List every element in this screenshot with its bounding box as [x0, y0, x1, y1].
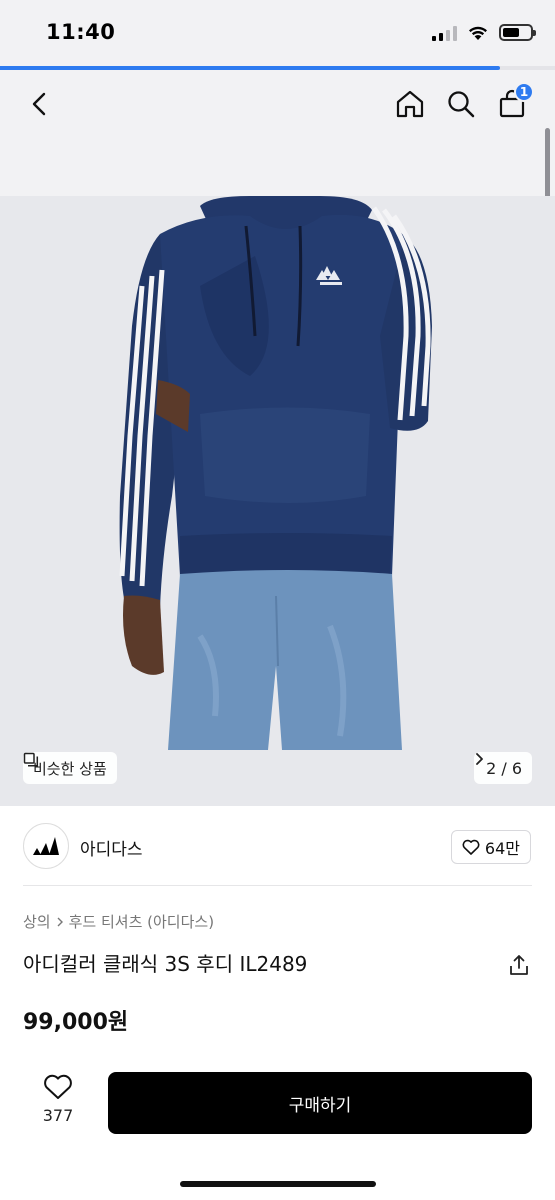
- breadcrumb-subcategory[interactable]: 후드 티셔츠 (아디다스): [69, 911, 214, 932]
- wifi-icon: [469, 26, 487, 40]
- image-page-indicator[interactable]: 2 / 6: [474, 752, 532, 784]
- home-icon: [396, 90, 424, 118]
- page-indicator-text: 2 / 6: [486, 758, 522, 778]
- share-icon: [510, 955, 528, 975]
- breadcrumb: 상의 후드 티셔츠 (아디다스): [23, 911, 214, 932]
- product-image-gallery[interactable]: 비슷한 상품 2 / 6: [0, 196, 555, 806]
- shop-like-count: 64만: [484, 839, 520, 858]
- status-time: 11:40: [46, 20, 116, 44]
- chevron-right-icon: [476, 753, 483, 765]
- shop-row: 아디다스 64만: [0, 806, 555, 886]
- similar-products-button[interactable]: 비슷한 상품: [23, 752, 117, 784]
- product-photo: [0, 196, 555, 806]
- copy-icon: [23, 752, 39, 767]
- adidas-logo-icon: [33, 837, 59, 855]
- buy-button[interactable]: 구매하기: [108, 1072, 532, 1134]
- shop-like-button[interactable]: 64만: [450, 830, 531, 864]
- heart-icon: [462, 839, 480, 855]
- signal-icon: [432, 25, 457, 41]
- shop-name[interactable]: 아디다스: [80, 835, 143, 860]
- divider: [23, 885, 532, 886]
- similar-products-label: 비슷한 상품: [33, 759, 107, 778]
- wishlist-count: 377: [42, 1106, 74, 1125]
- breadcrumb-category[interactable]: 상의: [23, 911, 51, 932]
- top-navigation: 1: [0, 70, 555, 196]
- heart-icon: [44, 1074, 72, 1099]
- status-bar: 11:40: [0, 0, 555, 66]
- home-button[interactable]: [392, 86, 428, 122]
- search-icon: [448, 91, 475, 118]
- shop-logo[interactable]: [23, 823, 69, 869]
- cart-count-badge: 1: [514, 82, 534, 102]
- wishlist-button[interactable]: 377: [30, 1074, 86, 1134]
- search-button[interactable]: [443, 86, 479, 122]
- share-button[interactable]: [506, 952, 532, 978]
- back-button[interactable]: [22, 86, 58, 122]
- battery-icon: [499, 24, 536, 41]
- chevron-right-icon: [57, 917, 63, 926]
- product-title-row: 아디컬러 클래식 3S 후디 IL2489: [23, 950, 532, 980]
- product-title: 아디컬러 클래식 3S 후디 IL2489: [23, 952, 308, 976]
- back-icon: [32, 92, 46, 116]
- home-indicator: [180, 1181, 376, 1187]
- status-icons: [432, 24, 536, 41]
- product-price: 99,000원: [23, 1010, 129, 1035]
- cart-button[interactable]: 1: [494, 82, 534, 122]
